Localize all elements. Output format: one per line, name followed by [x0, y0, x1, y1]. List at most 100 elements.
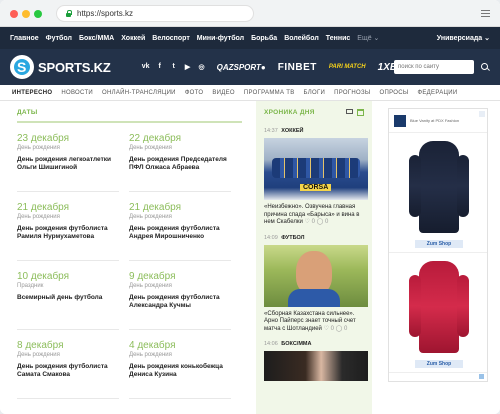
- date-item[interactable]: 23 декабря День рождения День рождения л…: [17, 123, 119, 192]
- secnav-item-tv-program[interactable]: ПРОГРАММА ТВ: [244, 90, 295, 96]
- news-item[interactable]: 14:37 ХОККЕЙ «Неизбежно». Озвучена главн…: [264, 128, 368, 227]
- sports-kz-logo-icon[interactable]: [10, 55, 34, 79]
- date-item[interactable]: 8 декабря День рождения День рождения фу…: [17, 330, 119, 399]
- news-meta: 14:06 БОКС/ММА: [264, 341, 364, 347]
- date-title-link[interactable]: Всемирный день футбола: [17, 294, 119, 302]
- date-label: 21 декабря: [129, 202, 182, 213]
- topnav-item-football[interactable]: Футбол: [46, 35, 72, 42]
- date-item[interactable]: 4 декабря День рождения День рождения ко…: [129, 330, 231, 399]
- mail-icon[interactable]: [346, 109, 353, 114]
- date-title-link[interactable]: День рождения футболиста Рамиля Нурмухам…: [17, 225, 119, 241]
- date-item[interactable]: 9 декабря День рождения День рождения фу…: [129, 261, 231, 330]
- secnav-item-interesting[interactable]: ИНТЕРЕСНО: [12, 90, 52, 96]
- finbet-logo[interactable]: FINBET: [278, 62, 317, 73]
- date-title-link[interactable]: День рождения футболиста Андрея Мирошнич…: [129, 225, 231, 241]
- date-type: Праздник: [17, 283, 44, 289]
- advertiser-logo[interactable]: [394, 114, 406, 127]
- secnav-item-blogs[interactable]: БЛОГИ: [304, 90, 326, 96]
- vk-icon[interactable]: vk: [139, 63, 153, 71]
- date-item[interactable]: 22 декабря День рождения День рождения П…: [129, 123, 231, 192]
- dates-section: ДАТЫ 23 декабря День рождения День рожде…: [17, 109, 242, 399]
- date-title-link[interactable]: День рождения футболиста Александра Кучм…: [129, 294, 231, 310]
- navy-coat-image[interactable]: [409, 141, 469, 233]
- secnav-item-federations[interactable]: ФЕДЕРАЦИИ: [418, 90, 458, 96]
- news-item[interactable]: 14:09 ФУТБОЛ «Сборная Казахстана сильнее…: [264, 235, 368, 334]
- brand-bar: SPORTS.KZ vk f t ▶ ◎ QAZSPORT● FINBET PA…: [0, 49, 500, 85]
- red-coat-image[interactable]: [409, 261, 469, 353]
- qazsport-logo[interactable]: QAZSPORT●: [217, 63, 266, 72]
- maximize-window-button[interactable]: [34, 10, 42, 18]
- minimize-window-button[interactable]: [22, 10, 30, 18]
- date-title-link[interactable]: День рождения футболиста Самата Смакова: [17, 363, 119, 379]
- calendar-icon[interactable]: [357, 109, 364, 116]
- advertisement-banner[interactable]: Blue Vanity at PDX Fashion Zum Shop Zum …: [388, 108, 488, 382]
- browser-window: https://sports.kz Главное Футбол Бокс/ММ…: [0, 0, 500, 414]
- news-time: 14:37: [264, 128, 278, 134]
- date-label: 21 декабря: [17, 202, 70, 213]
- close-window-button[interactable]: [10, 10, 18, 18]
- news-meta: 14:37 ХОККЕЙ: [264, 128, 364, 134]
- instagram-icon[interactable]: ◎: [195, 63, 209, 71]
- topnav-item-cycling[interactable]: Велоспорт: [152, 35, 190, 42]
- secnav-item-photo[interactable]: ФОТО: [185, 90, 204, 96]
- ad-header: Blue Vanity at PDX Fashion: [389, 109, 487, 133]
- section-navigation: ИНТЕРЕСНО НОВОСТИ ОНЛАЙН-ТРАНСЛЯЦИИ ФОТО…: [0, 85, 500, 101]
- hamburger-menu-icon[interactable]: [481, 10, 490, 17]
- facebook-icon[interactable]: f: [153, 63, 167, 71]
- topnav-item-boxing-mma[interactable]: Бокс/ММА: [79, 35, 114, 42]
- topnav-more-dropdown[interactable]: Ещё ⌄: [357, 34, 379, 42]
- topnav-item-main[interactable]: Главное: [10, 35, 39, 42]
- twitter-icon[interactable]: t: [167, 63, 181, 71]
- date-title-link[interactable]: День рождения Председателя ПФЛ Олжаса Аб…: [129, 156, 231, 172]
- url-text: https://sports.kz: [77, 9, 134, 18]
- site-logo-text[interactable]: SPORTS.KZ: [38, 60, 111, 75]
- football-coach-photo[interactable]: [264, 244, 368, 307]
- ad-info-icon[interactable]: [479, 111, 485, 117]
- parimatch-logo[interactable]: PARI MATCH: [329, 64, 366, 70]
- news-item[interactable]: 14:06 БОКС/ММА: [264, 341, 368, 381]
- date-title-link[interactable]: День рождения легкоатлетки Ольги Шишигин…: [17, 156, 119, 172]
- secnav-item-polls[interactable]: ОПРОСЫ: [380, 90, 409, 96]
- news-caption[interactable]: «Неизбежно». Озвучена главная причина сп…: [264, 204, 364, 227]
- date-item[interactable]: 10 декабря Праздник Всемирный день футбо…: [17, 261, 119, 330]
- ad-choices-icon[interactable]: [479, 374, 484, 379]
- topnav-item-tennis[interactable]: Теннис: [326, 35, 350, 42]
- topnav-item-volleyball[interactable]: Волейбол: [284, 35, 319, 42]
- ad-headline[interactable]: Blue Vanity at PDX Fashion: [410, 118, 459, 123]
- topnav-item-hockey[interactable]: Хоккей: [121, 35, 145, 42]
- secnav-item-video[interactable]: ВИДЕО: [212, 90, 235, 96]
- browser-chrome: https://sports.kz: [0, 0, 500, 27]
- hockey-team-photo[interactable]: [264, 138, 368, 200]
- lock-icon: [65, 10, 72, 17]
- dates-grid: 23 декабря День рождения День рождения л…: [17, 123, 242, 399]
- news-stats: ♡ 0 ◯ 0: [323, 325, 348, 332]
- news-stats: ♡ 0 ◯ 0: [304, 219, 329, 225]
- ad-footer: [389, 373, 487, 381]
- secnav-item-live[interactable]: ОНЛАЙН-ТРАНСЛЯЦИИ: [102, 90, 176, 96]
- youtube-icon[interactable]: ▶: [181, 63, 195, 71]
- topnav-item-futsal[interactable]: Мини-футбол: [197, 35, 244, 42]
- universiade-dropdown[interactable]: Универсиада ⌄: [437, 34, 490, 42]
- shop-button[interactable]: Zum Shop: [415, 240, 463, 248]
- date-type: День рождения: [17, 352, 60, 358]
- date-item[interactable]: 21 декабря День рождения День рождения ф…: [129, 192, 231, 261]
- chronicle-section: ХРОНИКА ДНЯ 14:37 ХОККЕЙ «Неизбежно». Оз…: [256, 101, 372, 414]
- search-icon[interactable]: [481, 63, 488, 70]
- boxing-photo[interactable]: [264, 351, 368, 381]
- topnav-item-wrestling[interactable]: Борьба: [251, 35, 277, 42]
- social-links: vk f t ▶ ◎: [139, 63, 209, 71]
- news-caption[interactable]: «Сборная Казахстана сильнее». Арно Пайпе…: [264, 311, 364, 334]
- date-title-link[interactable]: День рождения конькобежца Дениса Кузина: [129, 363, 231, 379]
- date-item[interactable]: 21 декабря День рождения День рождения ф…: [17, 192, 119, 261]
- chronicle-title: ХРОНИКА ДНЯ: [264, 109, 315, 116]
- top-navigation: Главное Футбол Бокс/ММА Хоккей Велоспорт…: [0, 27, 500, 49]
- ad-product-navy-coat[interactable]: Zum Shop: [389, 133, 487, 253]
- news-time: 14:06: [264, 341, 278, 347]
- news-sport: ХОККЕЙ: [281, 128, 304, 134]
- secnav-item-news[interactable]: НОВОСТИ: [61, 90, 93, 96]
- secnav-item-predictions[interactable]: ПРОГНОЗЫ: [334, 90, 370, 96]
- shop-button[interactable]: Zum Shop: [415, 360, 463, 368]
- search-input[interactable]: [394, 60, 474, 74]
- address-bar[interactable]: https://sports.kz: [56, 5, 254, 22]
- ad-product-red-coat[interactable]: Zum Shop: [389, 253, 487, 373]
